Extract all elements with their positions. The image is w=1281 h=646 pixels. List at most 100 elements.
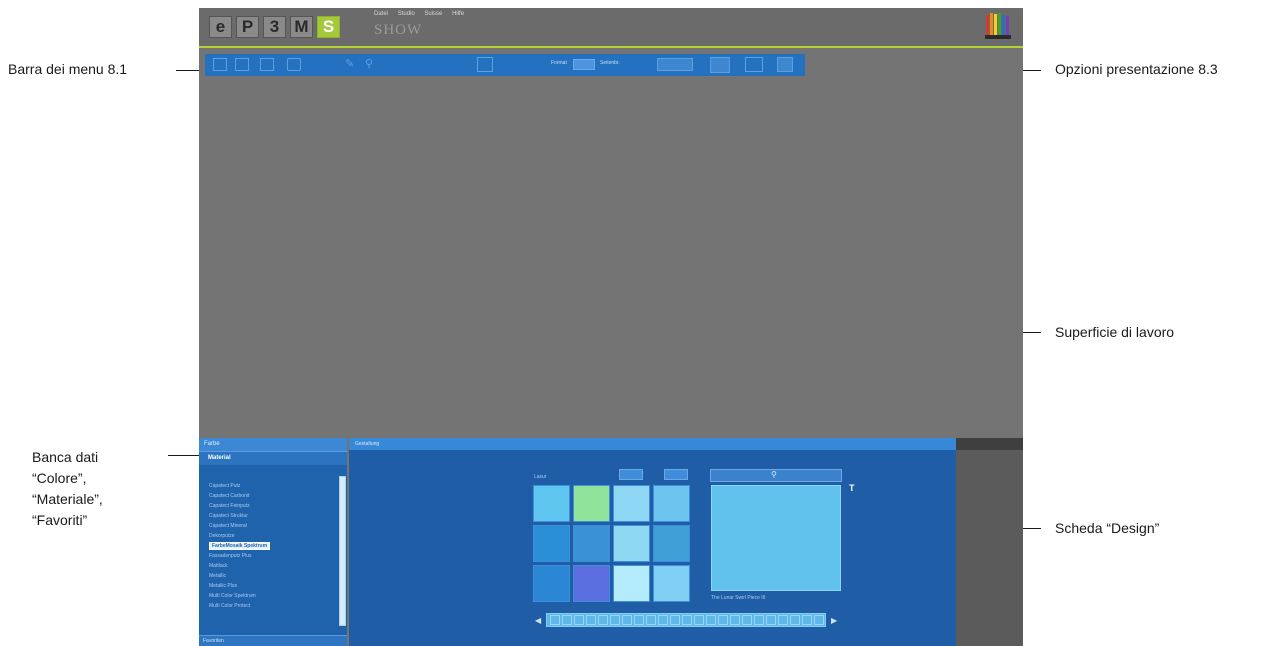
strip-cell[interactable] bbox=[610, 615, 620, 625]
list-item[interactable]: Multi Color Spektrum bbox=[209, 593, 256, 599]
menu-bar: Datei Studio Suisse Hilfe bbox=[374, 11, 472, 17]
tab-favorites[interactable]: Favoriten bbox=[199, 635, 347, 646]
zoom-icon[interactable]: ⚲ bbox=[365, 58, 379, 71]
annotation-database-line-4: “Favoriti” bbox=[32, 512, 88, 528]
strip-cell[interactable] bbox=[766, 615, 776, 625]
logo-letter-m: M bbox=[290, 16, 313, 38]
strip-left-arrow-icon[interactable]: ◀ bbox=[535, 616, 541, 625]
arrange-icon[interactable] bbox=[477, 57, 493, 72]
pencil-icon[interactable]: ✎ bbox=[345, 58, 359, 71]
strip-cell[interactable] bbox=[694, 615, 704, 625]
list-item[interactable]: Capatect Putz bbox=[209, 483, 240, 489]
design-panel: Gestaltung Lasur ⚲ The Lunar Swirl Piece… bbox=[349, 438, 956, 646]
strip-cell[interactable] bbox=[622, 615, 632, 625]
layout-strip-icon[interactable] bbox=[657, 58, 693, 71]
list-item[interactable]: Dekorputze bbox=[209, 533, 235, 539]
strip-cell[interactable] bbox=[586, 615, 596, 625]
color-swatch[interactable] bbox=[573, 485, 610, 522]
save-icon[interactable] bbox=[260, 58, 274, 71]
layout-grid-icon[interactable] bbox=[710, 57, 730, 73]
list-item[interactable]: Fassadenputz Plus bbox=[209, 553, 252, 559]
swatch-page-field[interactable] bbox=[619, 469, 643, 480]
tab-design[interactable]: Gestaltung bbox=[349, 438, 956, 450]
strip-cell[interactable] bbox=[682, 615, 692, 625]
strip-cell[interactable] bbox=[670, 615, 680, 625]
color-swatch[interactable] bbox=[613, 565, 650, 602]
strip-cell[interactable] bbox=[718, 615, 728, 625]
zoom-unit-label: Seitenbr. bbox=[600, 60, 620, 66]
swatch-page-total-field[interactable] bbox=[664, 469, 688, 480]
preview-toolbar: ⚲ bbox=[710, 469, 842, 482]
list-item[interactable]: Capatect Carbonit bbox=[209, 493, 249, 499]
color-swatch[interactable] bbox=[573, 525, 610, 562]
logo-letter-s: S bbox=[317, 16, 340, 38]
color-swatch[interactable] bbox=[613, 525, 650, 562]
list-item[interactable]: Capatect Mineral bbox=[209, 523, 247, 529]
annotation-menu-bar: Barra dei menu 8.1 bbox=[8, 61, 128, 77]
list-item[interactable]: Metallic bbox=[209, 573, 226, 579]
list-item-selected[interactable]: FarbeMosaik Spektrum bbox=[209, 542, 271, 550]
color-swatch[interactable] bbox=[653, 485, 690, 522]
color-swatch[interactable] bbox=[613, 485, 650, 522]
layout-compare-icon[interactable] bbox=[777, 57, 793, 72]
annotation-database: Banca dati “Colore”, “Materiale”, “Favor… bbox=[32, 447, 103, 531]
strip-cell[interactable] bbox=[742, 615, 752, 625]
toolbar: ✎ ⚲ Format Seitenbr. bbox=[205, 54, 805, 76]
right-panel-tab bbox=[956, 438, 1023, 450]
annotation-design-tab: Scheda “Design” bbox=[1055, 520, 1160, 536]
strip-cell[interactable] bbox=[778, 615, 788, 625]
list-item[interactable]: Metallic Plus bbox=[209, 583, 237, 589]
strip-cell[interactable] bbox=[646, 615, 656, 625]
logo-letter-3: 3 bbox=[263, 16, 286, 38]
menu-item-datei[interactable]: Datei bbox=[374, 11, 388, 17]
zoom-value-field[interactable] bbox=[573, 59, 595, 70]
layout-single-icon[interactable] bbox=[745, 57, 763, 72]
list-item[interactable]: Capatect Struktur bbox=[209, 513, 248, 519]
strip-cell[interactable] bbox=[574, 615, 584, 625]
menu-item-suisse[interactable]: Suisse bbox=[424, 11, 442, 17]
new-project-icon[interactable] bbox=[213, 58, 227, 71]
menu-item-hilfe[interactable]: Hilfe bbox=[452, 11, 464, 17]
list-scrollbar[interactable] bbox=[339, 476, 346, 626]
work-surface[interactable] bbox=[199, 78, 1023, 436]
app-window: e P 3 M S Datei Studio Suisse Hilfe SHOW… bbox=[199, 8, 1023, 646]
design-preview[interactable] bbox=[711, 485, 841, 591]
color-swatch[interactable] bbox=[533, 485, 570, 522]
print-icon[interactable] bbox=[287, 58, 301, 71]
color-swatch[interactable] bbox=[573, 565, 610, 602]
preview-caption: The Lunar Swirl Piece III bbox=[711, 595, 766, 601]
logo-letter-p: P bbox=[236, 16, 259, 38]
strip-cell[interactable] bbox=[754, 615, 764, 625]
annotation-work-surface: Superficie di lavoro bbox=[1055, 324, 1175, 340]
tab-color[interactable]: Farbe bbox=[199, 438, 347, 451]
color-swatch[interactable] bbox=[653, 565, 690, 602]
list-item[interactable]: Mattlack bbox=[209, 563, 228, 569]
strip-cell[interactable] bbox=[634, 615, 644, 625]
preview-zoom-icon[interactable]: ⚲ bbox=[771, 470, 777, 479]
annotation-database-line-2: “Colore”, bbox=[32, 470, 87, 486]
strip-cell[interactable] bbox=[550, 615, 560, 625]
strip-right-arrow-icon[interactable]: ▶ bbox=[831, 616, 837, 625]
menu-item-studio[interactable]: Studio bbox=[398, 11, 415, 17]
annotation-database-line-1: Banca dati bbox=[32, 449, 99, 465]
strip-cell[interactable] bbox=[814, 615, 824, 625]
strip-cell[interactable] bbox=[562, 615, 572, 625]
tab-material[interactable]: Material bbox=[199, 451, 347, 465]
color-swatch[interactable] bbox=[533, 565, 570, 602]
strip-cell[interactable] bbox=[658, 615, 668, 625]
list-item[interactable]: Capatect Feinputz bbox=[209, 503, 250, 509]
show-label: SHOW bbox=[374, 22, 423, 38]
strip-cell[interactable] bbox=[790, 615, 800, 625]
open-project-icon[interactable] bbox=[235, 58, 249, 71]
strip-cell[interactable] bbox=[706, 615, 716, 625]
logo-letter-e: e bbox=[209, 16, 232, 38]
strip-cell[interactable] bbox=[598, 615, 608, 625]
title-bar: e P 3 M S Datei Studio Suisse Hilfe SHOW bbox=[199, 8, 1023, 48]
strip-cell[interactable] bbox=[802, 615, 812, 625]
swatch-strip[interactable] bbox=[546, 613, 826, 627]
color-swatch[interactable] bbox=[533, 525, 570, 562]
strip-cell[interactable] bbox=[730, 615, 740, 625]
color-swatch[interactable] bbox=[653, 525, 690, 562]
text-tool-icon[interactable]: T bbox=[849, 483, 855, 493]
list-item[interactable]: Multi Color Protect bbox=[209, 603, 250, 609]
